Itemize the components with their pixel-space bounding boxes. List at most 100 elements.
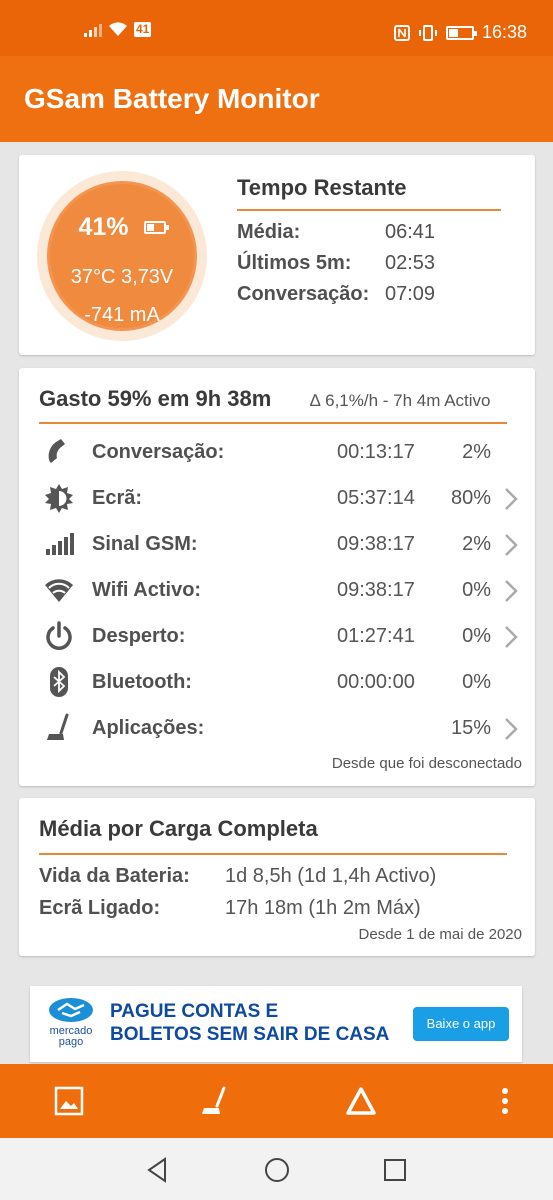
wifi-icon bbox=[45, 579, 73, 602]
app-bar: GSam Battery Monitor bbox=[0, 56, 553, 142]
status-badge: 41 bbox=[134, 22, 152, 37]
gauge-battery-fill bbox=[146, 223, 154, 231]
home-icon[interactable] bbox=[262, 1155, 292, 1185]
time-remaining-title: Tempo Restante bbox=[237, 175, 407, 200]
average-card: Média por Carga Completa Vida da Bateria… bbox=[19, 798, 535, 956]
cell-signal-icon bbox=[46, 533, 74, 555]
average-value: 1d 8,5h (1d 1,4h Activo) bbox=[225, 865, 437, 887]
time-remaining-value: 06:41 bbox=[385, 221, 436, 243]
back-icon[interactable] bbox=[143, 1155, 173, 1185]
usage-row-apps[interactable]: Aplicações: 15% bbox=[19, 708, 535, 748]
ad-line2: BOLETOS SEM SAIR DE CASA bbox=[110, 1024, 390, 1045]
usage-label: Desperto: bbox=[92, 625, 186, 647]
usage-percent: 0% bbox=[462, 579, 491, 601]
battery-summary-card[interactable]: 41% 37°C 3,73V -741 mA Tempo Restante Mé… bbox=[19, 155, 535, 355]
ad-banner[interactable]: mercado pago PAGUE CONTAS E BOLETOS SEM … bbox=[30, 986, 522, 1062]
usage-row-awake[interactable]: Desperto: 01:27:41 0% bbox=[19, 616, 535, 656]
usage-time: 09:38:17 bbox=[337, 533, 415, 555]
usage-percent: 2% bbox=[462, 533, 491, 555]
status-bar: 41 16:38 bbox=[0, 0, 553, 56]
divider bbox=[39, 853, 507, 855]
average-row: Vida da Bateria: 1d 8,5h (1d 1,4h Activo… bbox=[39, 865, 436, 888]
usage-time: 05:37:14 bbox=[337, 487, 415, 509]
usage-percent: 15% bbox=[450, 717, 491, 739]
ad-brand: mercado pago bbox=[40, 1026, 102, 1048]
battery-percent: 41% bbox=[78, 212, 129, 241]
battery-gauge-core: 41% 37°C 3,73V -741 mA bbox=[47, 181, 197, 331]
bottom-action-bar bbox=[0, 1064, 553, 1138]
status-left: 41 bbox=[84, 22, 152, 37]
ad-download-button[interactable]: Baixe o app bbox=[413, 1007, 509, 1041]
usage-card: Gasto 59% em 9h 38m ∆ 6,1%/h - 7h 4m Act… bbox=[19, 368, 535, 786]
apps-icon[interactable] bbox=[197, 1084, 231, 1118]
chevron-right-icon[interactable] bbox=[503, 716, 519, 742]
time-remaining-value: 02:53 bbox=[385, 252, 436, 274]
usage-title: Gasto 59% em 9h 38m bbox=[39, 386, 272, 411]
chevron-right-icon[interactable] bbox=[503, 578, 519, 604]
usage-subtitle: ∆ 6,1%/h - 7h 4m Activo bbox=[310, 391, 491, 410]
usage-row-screen[interactable]: Ecrã: 05:37:14 80% bbox=[19, 478, 535, 518]
chevron-right-icon[interactable] bbox=[503, 532, 519, 558]
chevron-right-icon[interactable] bbox=[503, 624, 519, 650]
usage-label: Aplicações: bbox=[92, 717, 205, 739]
status-time: 16:38 bbox=[481, 22, 527, 42]
image-icon[interactable] bbox=[52, 1084, 86, 1118]
power-icon bbox=[46, 621, 72, 650]
battery-icon bbox=[143, 220, 169, 234]
battery-current: -741 mA bbox=[84, 304, 160, 326]
battery-percent-row: 41% bbox=[50, 212, 194, 242]
usage-time: 01:27:41 bbox=[337, 625, 415, 647]
usage-label: Ecrã: bbox=[92, 487, 143, 509]
usage-percent: 2% bbox=[462, 441, 491, 463]
app-title: GSam Battery Monitor bbox=[24, 83, 320, 114]
chevron-right-icon[interactable] bbox=[503, 486, 519, 512]
wifi-icon bbox=[109, 22, 127, 36]
battery-gauge[interactable]: 41% 37°C 3,73V -741 mA bbox=[37, 171, 207, 341]
usage-percent: 0% bbox=[462, 625, 491, 647]
time-remaining-label: Média: bbox=[237, 221, 301, 243]
time-remaining-label: Últimos 5m: bbox=[237, 252, 352, 274]
average-title: Média por Carga Completa bbox=[39, 816, 318, 841]
signal-icon bbox=[84, 23, 102, 37]
average-label: Vida da Bateria: bbox=[39, 865, 190, 887]
battery-temp-voltage: 37°C 3,73V bbox=[70, 266, 174, 288]
vibrate-icon bbox=[418, 24, 437, 41]
time-remaining-label: Conversação: bbox=[237, 283, 370, 305]
divider bbox=[237, 209, 501, 211]
ad-headline: PAGUE CONTAS E BOLETOS SEM SAIR DE CASA bbox=[110, 1000, 389, 1046]
more-vertical-icon[interactable] bbox=[488, 1084, 522, 1118]
average-footer: Desde 1 de mai de 2020 bbox=[358, 926, 522, 943]
usage-row-conversation[interactable]: Conversação: 00:13:17 2% bbox=[19, 432, 535, 472]
delta-icon[interactable] bbox=[344, 1084, 378, 1118]
bluetooth-icon bbox=[50, 667, 68, 697]
usage-percent: 0% bbox=[462, 671, 491, 693]
apps-icon bbox=[47, 713, 69, 740]
usage-label: Sinal GSM: bbox=[92, 533, 198, 555]
battery-icon bbox=[445, 25, 477, 40]
status-right: 16:38 bbox=[393, 22, 527, 43]
divider bbox=[39, 422, 507, 424]
usage-time: 09:38:17 bbox=[337, 579, 415, 601]
usage-label: Bluetooth: bbox=[92, 671, 192, 693]
time-remaining-row: Últimos 5m: 02:53 bbox=[237, 252, 435, 275]
handshake-icon bbox=[49, 998, 93, 1022]
screen-brightness-icon bbox=[45, 484, 73, 513]
average-row: Ecrã Ligado: 17h 18m (1h 2m Máx) bbox=[39, 897, 421, 920]
time-remaining-value: 07:09 bbox=[385, 283, 436, 305]
usage-time: 00:13:17 bbox=[337, 441, 415, 463]
usage-label: Wifi Activo: bbox=[92, 579, 202, 601]
average-value: 17h 18m (1h 2m Máx) bbox=[225, 897, 421, 919]
usage-time: 00:00:00 bbox=[337, 671, 415, 693]
battery-fill bbox=[448, 28, 458, 37]
time-remaining-row: Conversação: 07:09 bbox=[237, 283, 435, 306]
usage-row-bluetooth[interactable]: Bluetooth: 00:00:00 0% bbox=[19, 662, 535, 702]
system-nav-bar bbox=[0, 1138, 553, 1200]
usage-row-wifi[interactable]: Wifi Activo: 09:38:17 0% bbox=[19, 570, 535, 610]
mercado-pago-logo: mercado pago bbox=[40, 996, 102, 1052]
average-label: Ecrã Ligado: bbox=[39, 897, 161, 919]
usage-row-signal[interactable]: Sinal GSM: 09:38:17 2% bbox=[19, 524, 535, 564]
ad-line1: PAGUE CONTAS E bbox=[110, 1001, 279, 1022]
recents-icon[interactable] bbox=[380, 1155, 410, 1185]
ad-brand-line2: pago bbox=[58, 1036, 84, 1048]
nfc-icon bbox=[393, 24, 410, 41]
